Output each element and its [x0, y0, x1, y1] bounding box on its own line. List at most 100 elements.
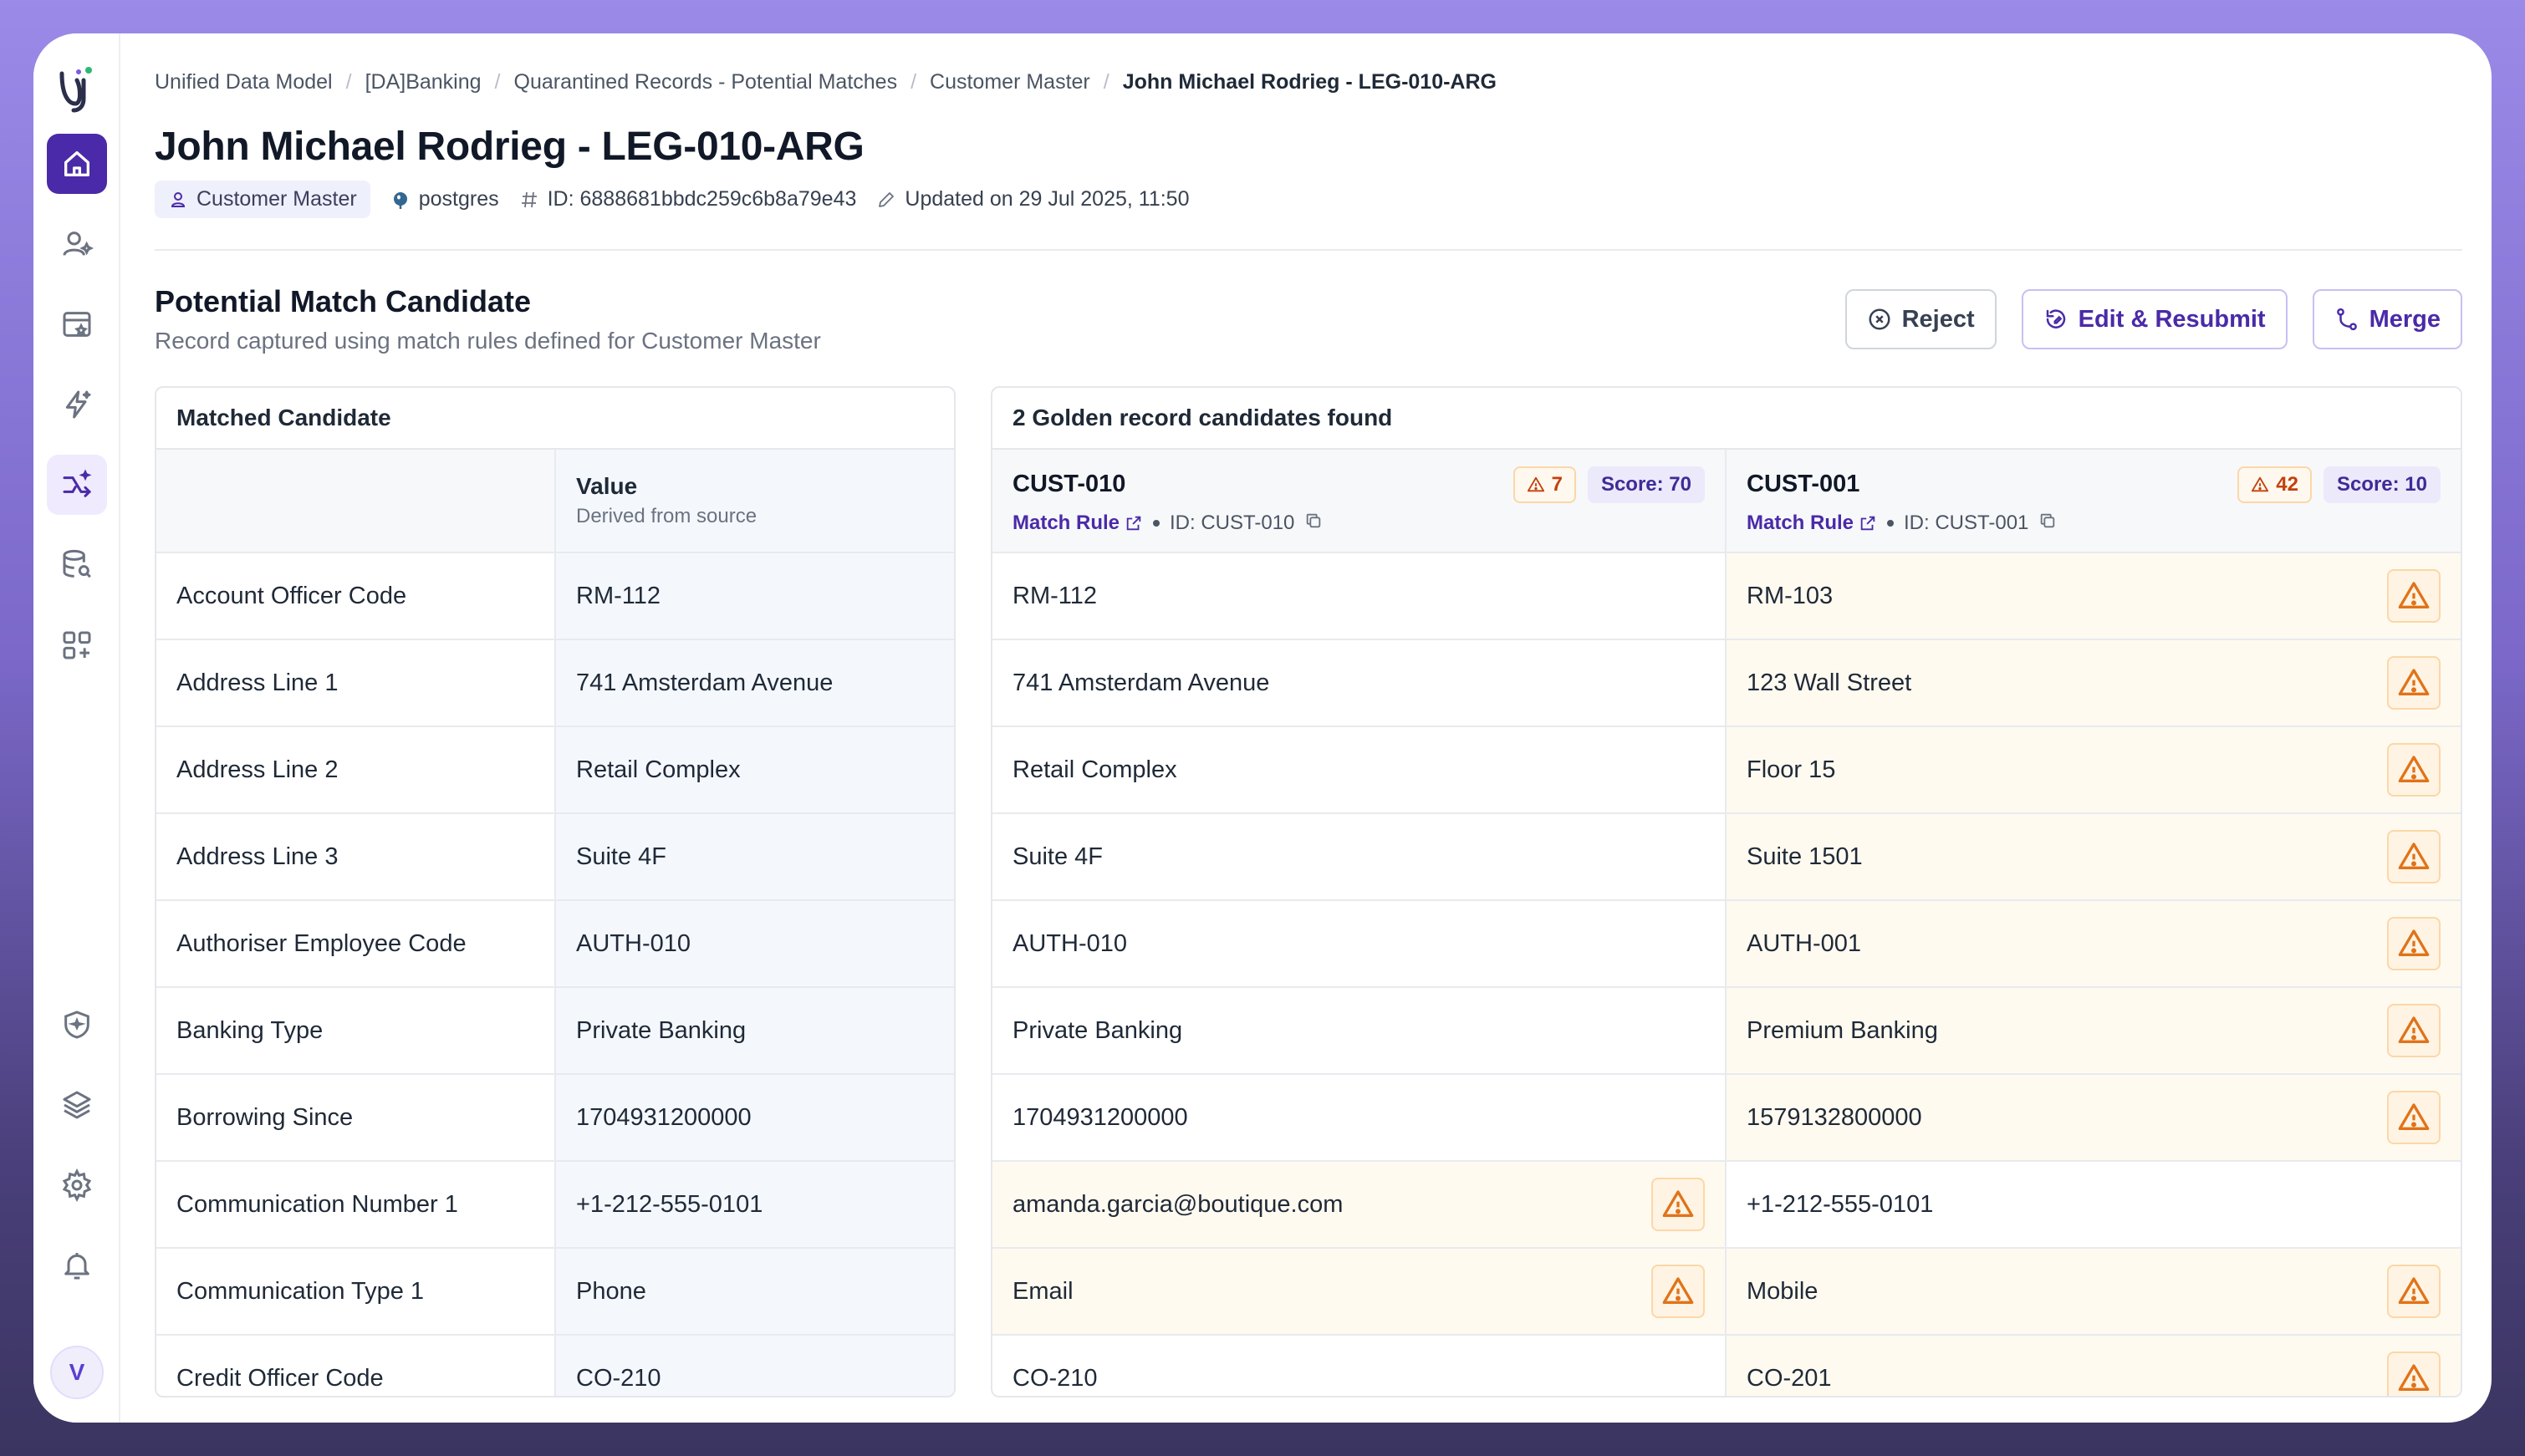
field-value: Phone: [556, 1249, 954, 1334]
sidebar-item-matching[interactable]: [47, 455, 107, 515]
candidate-value-text: Suite 1501: [1747, 843, 1863, 870]
copy-icon: [1307, 513, 1321, 527]
breadcrumb-separator: /: [1103, 70, 1109, 94]
app-logo-icon[interactable]: [50, 62, 104, 115]
candidate-value-text: Premium Banking: [1747, 1016, 1938, 1044]
table-row: amanda.garcia@boutique.com +1-212-555-010…: [992, 1162, 2461, 1249]
sidebar-item-data-search[interactable]: [47, 535, 107, 595]
matched-candidate-panel: Matched Candidate Value Derived from sou…: [155, 386, 956, 1397]
breadcrumb-item[interactable]: Unified Data Model: [155, 70, 333, 94]
entity-badge[interactable]: Customer Master: [155, 181, 370, 218]
reject-button[interactable]: Reject: [1844, 289, 1997, 349]
match-rule-label: Match Rule: [1013, 512, 1120, 534]
user-icon: [171, 191, 186, 207]
mismatch-warning-button[interactable]: [2387, 1004, 2441, 1057]
shield-sparkle-icon: [64, 1011, 89, 1039]
mismatch-warning-button[interactable]: [1651, 1265, 1705, 1318]
sidebar-item-notifications[interactable]: [47, 1235, 107, 1296]
separator-dot: [1153, 520, 1160, 527]
sidebar-item-records[interactable]: [47, 294, 107, 354]
candidate-value-text: RM-103: [1747, 582, 1834, 609]
warning-count-badge: 42: [2237, 466, 2312, 503]
warning-icon: [2398, 756, 2430, 782]
source-tag: postgres: [390, 187, 499, 211]
mismatch-warning-button[interactable]: [2387, 656, 2441, 710]
copy-button[interactable]: [1304, 512, 1323, 536]
sidebar-item-layers[interactable]: [47, 1075, 107, 1135]
candidate-value: Private Banking: [992, 988, 1727, 1073]
sidebar-item-home[interactable]: [47, 134, 107, 194]
edit-resubmit-button[interactable]: Edit & Resubmit: [2021, 289, 2288, 349]
mismatch-warning-button[interactable]: [2387, 743, 2441, 797]
sidebar-item-settings[interactable]: [47, 1155, 107, 1215]
field-name: Authoriser Employee Code: [156, 901, 556, 986]
mismatch-warning-button[interactable]: [2387, 1091, 2441, 1144]
section-title: Potential Match Candidate: [155, 284, 532, 318]
sidebar-item-security[interactable]: [47, 995, 107, 1055]
breadcrumb-item[interactable]: [DA]Banking: [365, 70, 482, 94]
score-badge: Score: 70: [1587, 466, 1705, 503]
user-avatar[interactable]: V: [50, 1346, 104, 1399]
table-row: Credit Officer Code CO-210: [156, 1336, 954, 1396]
candidate-value-text: amanda.garcia@boutique.com: [1013, 1190, 1344, 1218]
external-link-icon: [1860, 516, 1875, 531]
breadcrumb-item[interactable]: Customer Master: [930, 70, 1090, 94]
hash-icon: [521, 191, 537, 207]
sidebar: V: [33, 33, 120, 1423]
database-search-icon: [63, 549, 91, 578]
record-id-label: ID: 6888681bbdc259c6b8a79e43: [547, 187, 857, 211]
mismatch-warning-button[interactable]: [2387, 917, 2441, 970]
matched-candidate-title: Matched Candidate: [156, 388, 954, 450]
merge-button[interactable]: Merge: [2312, 289, 2462, 349]
score-badge: Score: 10: [2323, 466, 2441, 503]
table-row: Communication Type 1 Phone: [156, 1249, 954, 1336]
table-row: Borrowing Since 1704931200000: [156, 1075, 954, 1162]
merge-sparkle-icon: [63, 469, 92, 497]
candidate-value-text: 1579132800000: [1747, 1103, 1922, 1131]
candidate-value: Retail Complex: [992, 727, 1727, 812]
table-row: Private Banking Premium Banking: [992, 988, 2461, 1075]
header-divider: [155, 249, 2462, 251]
matched-header-row: Value Derived from source: [156, 450, 954, 553]
table-row: Account Officer Code RM-112: [156, 553, 954, 640]
sidebar-item-apps[interactable]: [47, 615, 107, 675]
mismatch-warning-button[interactable]: [2387, 1352, 2441, 1396]
candidate-value: AUTH-010: [992, 901, 1727, 986]
candidate-value: Suite 4F: [992, 814, 1727, 899]
candidate-value-text: Suite 4F: [1013, 843, 1103, 870]
candidate-value-text: 123 Wall Street: [1747, 669, 1912, 696]
candidate-value-text: 741 Amsterdam Avenue: [1013, 669, 1270, 696]
record-meta: Customer Master postgres ID: 6888681bbdc…: [155, 181, 1189, 218]
candidate-value: Suite 1501: [1727, 814, 2461, 899]
mismatch-warning-button[interactable]: [2387, 1265, 2441, 1318]
field-value: 741 Amsterdam Avenue: [556, 640, 954, 725]
merge-label: Merge: [2369, 305, 2441, 333]
sidebar-item-rules[interactable]: [47, 374, 107, 435]
bell-icon: [64, 1253, 89, 1280]
candidate-value: amanda.garcia@boutique.com: [992, 1162, 1727, 1247]
copy-button[interactable]: [2038, 512, 2057, 536]
history-edit-icon: [2046, 309, 2065, 328]
action-bar: Reject Edit & Resubmit Merge: [1844, 289, 2462, 349]
sidebar-item-users[interactable]: [47, 214, 107, 274]
home-icon: [64, 151, 90, 176]
candidate-value-text: +1-212-555-0101: [1747, 1190, 1934, 1218]
mismatch-warning-button[interactable]: [1651, 1178, 1705, 1231]
merge-icon: [2336, 308, 2357, 331]
golden-candidates-panel: 2 Golden record candidates found CUST-01…: [991, 386, 2462, 1397]
edit-label: Edit & Resubmit: [2078, 305, 2266, 333]
mismatch-warning-button[interactable]: [2387, 569, 2441, 623]
updated-label: Updated on 29 Jul 2025, 11:50: [905, 187, 1190, 211]
layers-icon: [63, 1091, 91, 1119]
breadcrumb-item[interactable]: Quarantined Records - Potential Matches: [514, 70, 898, 94]
match-rule-link[interactable]: Match Rule: [1747, 512, 1877, 535]
field-name: Credit Officer Code: [156, 1336, 556, 1396]
table-row: 741 Amsterdam Avenue 123 Wall Street: [992, 640, 2461, 727]
warning-icon: [2398, 843, 2430, 869]
mismatch-warning-button[interactable]: [2387, 830, 2441, 883]
match-rule-link[interactable]: Match Rule: [1013, 512, 1143, 535]
table-row: Address Line 2 Retail Complex: [156, 727, 954, 814]
candidate-value-text: AUTH-001: [1747, 929, 1861, 957]
table-row: Banking Type Private Banking: [156, 988, 954, 1075]
field-column-header: [156, 450, 556, 552]
